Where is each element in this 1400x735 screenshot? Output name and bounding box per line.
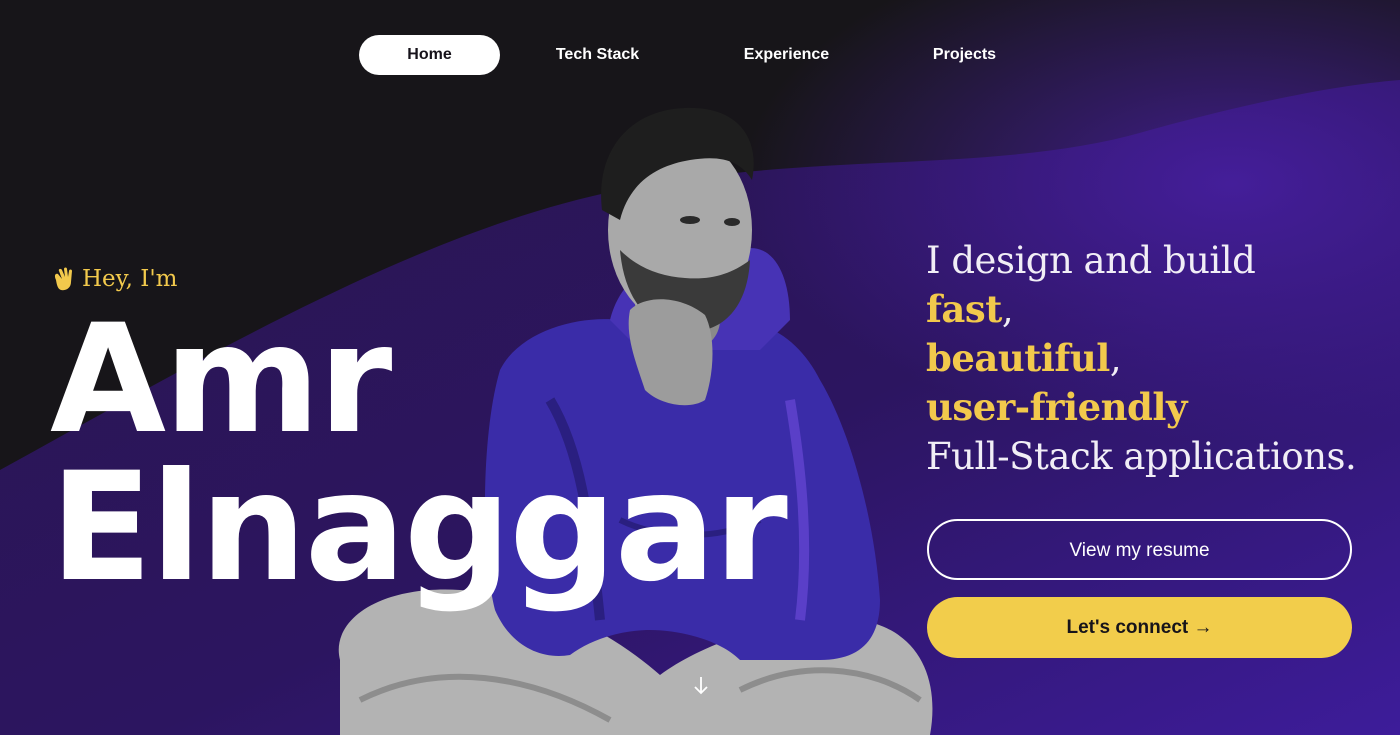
tagline-highlight-user-friendly: user-friendly <box>926 385 1187 429</box>
first-name: Amr <box>50 293 392 467</box>
arrow-down-icon[interactable] <box>690 674 712 698</box>
lets-connect-button[interactable]: Let's connect → <box>927 597 1352 658</box>
greeting: Hey, I'm <box>50 266 177 292</box>
tagline-line-1: I design and build <box>926 239 1256 282</box>
nav-item-home[interactable]: Home <box>359 35 500 75</box>
waving-hand-icon <box>54 267 72 291</box>
greeting-text: Hey, I'm <box>82 266 178 292</box>
tagline-highlight-beautiful: beautiful <box>926 336 1110 380</box>
nav-item-tech-stack[interactable]: Tech Stack <box>527 35 668 75</box>
tagline-line-4: user-friendly <box>926 383 1386 432</box>
nav-item-experience[interactable]: Experience <box>716 35 857 75</box>
tagline-line-3: beautiful, <box>926 334 1386 383</box>
last-name: Elnaggar <box>50 441 788 615</box>
top-navigation: Home Tech Stack Experience Projects <box>0 35 1400 75</box>
view-resume-button[interactable]: View my resume <box>927 519 1352 580</box>
tagline-separator: , <box>1001 288 1014 331</box>
hero-name: Amr Elnaggar <box>50 293 788 615</box>
tagline-separator: , <box>1109 337 1122 380</box>
tagline: I design and build fast, beautiful, user… <box>926 236 1386 481</box>
tagline-line-2: fast, <box>926 285 1386 334</box>
tagline-line-5: Full-Stack applications. <box>926 435 1357 478</box>
nav-item-projects[interactable]: Projects <box>894 35 1035 75</box>
